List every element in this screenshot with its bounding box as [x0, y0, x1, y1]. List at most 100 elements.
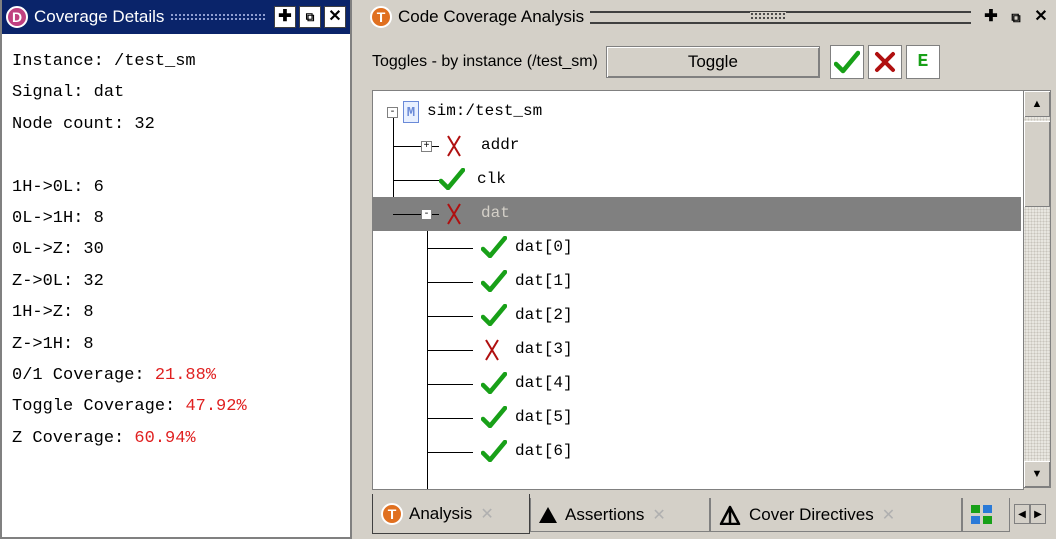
coverage-t-icon: T [381, 502, 403, 525]
tree-row[interactable]: dat[2] [373, 299, 1021, 333]
tab-scroll-left-icon[interactable]: ◀ [1014, 504, 1030, 524]
cover-directive-icon [719, 505, 741, 525]
undock-icon[interactable]: ⧉ [1005, 6, 1027, 28]
detail-label: Z Coverage: [12, 428, 135, 448]
check-icon [833, 50, 860, 74]
tab-analysis-label: Analysis [409, 503, 473, 523]
tree-row[interactable]: dat[5] [373, 401, 1021, 435]
scroll-thumb[interactable] [1024, 121, 1050, 207]
e-button-label: E [917, 52, 929, 72]
show-covered-button[interactable] [829, 45, 864, 79]
detail-percent-value: 60.94% [134, 428, 196, 448]
close-icon[interactable]: ✕ [882, 505, 895, 525]
assertion-triangle-icon [539, 506, 557, 523]
check-icon [480, 439, 508, 467]
detail-line: Instance: /test_sm [12, 46, 247, 77]
close-icon[interactable]: ✕ [652, 505, 665, 525]
toggle-button[interactable]: Toggle [605, 46, 820, 78]
detail-line: 1H->0L: 6 [12, 172, 247, 203]
tree-connector [427, 418, 473, 419]
detail-line: Z->0L: 32 [12, 266, 247, 297]
detail-label: 1H->Z: 8 [12, 303, 94, 323]
code-coverage-titlebar[interactable]: T Code Coverage Analysis ✚ ⧉ ✕ [366, 0, 1056, 34]
detail-line: 0L->Z: 30 [12, 234, 247, 265]
cross-icon [483, 338, 501, 367]
tab-scroll-right-icon[interactable]: ▶ [1030, 504, 1046, 524]
tree-connector [427, 248, 473, 249]
close-icon[interactable]: ✕ [324, 6, 346, 28]
tree-row[interactable]: dat[6] [373, 435, 1021, 469]
detail-percent-value: 47.92% [185, 397, 247, 417]
scroll-up-icon[interactable]: ▲ [1024, 91, 1050, 117]
tree-connector [393, 214, 439, 215]
tab-assertions-label: Assertions [565, 504, 645, 524]
detail-label: 0L->1H: 8 [12, 208, 104, 228]
detail-label: Node count: 32 [12, 114, 155, 134]
tree-vertical-scrollbar[interactable]: ▲ ▼ [1023, 90, 1051, 488]
tree-row[interactable]: dat[1] [373, 265, 1021, 299]
toolbar-label: Toggles - by instance (/test_sm) [372, 53, 598, 70]
collapse-icon[interactable]: - [387, 107, 398, 118]
check-icon [438, 167, 466, 195]
check-icon [480, 405, 508, 433]
dock-plus-icon[interactable]: ✚ [274, 6, 296, 28]
tree-row-label: dat[2] [515, 306, 573, 324]
coverage-details-titlebar[interactable]: D Coverage Details ✚ ⧉ ✕ [2, 0, 350, 34]
code-coverage-title: Code Coverage Analysis [398, 7, 585, 26]
check-icon [480, 303, 508, 331]
tree-connector [427, 384, 473, 385]
tree-connector [427, 282, 473, 283]
dock-plus-icon[interactable]: ✚ [980, 6, 1002, 28]
tree-row[interactable]: dat[0] [373, 231, 1021, 265]
tab-cover-directives[interactable]: Cover Directives ✕ [710, 498, 962, 532]
tree-row-label: dat[3] [515, 340, 573, 358]
detail-line: Node count: 32 [12, 109, 247, 140]
tree-row[interactable]: - Msim:/test_sm [373, 95, 1021, 129]
tab-analysis[interactable]: T Analysis ✕ [372, 494, 530, 534]
check-icon [480, 371, 508, 399]
tree-row[interactable]: dat[3] [373, 333, 1021, 367]
tree-row-label: dat[1] [515, 272, 573, 290]
tree-connector [393, 146, 439, 147]
tab-hierarchy[interactable] [962, 498, 1010, 532]
detail-line: 0/1 Coverage: 21.88% [12, 360, 247, 391]
cross-icon [874, 52, 895, 72]
expand-icon[interactable]: + [421, 141, 432, 152]
tree-connector [393, 180, 439, 181]
coverage-details-title: Coverage Details [34, 7, 165, 26]
detail-percent-value: 21.88% [154, 365, 217, 385]
module-icon: M [403, 101, 419, 123]
show-missed-button[interactable] [867, 45, 902, 79]
tree-row-label: dat [481, 204, 510, 222]
tab-cover-directives-label: Cover Directives [749, 504, 874, 524]
drag-grip[interactable] [170, 13, 265, 21]
coverage-toolbar: Toggles - by instance (/test_sm) Toggle … [366, 40, 1056, 84]
drag-grip[interactable] [590, 10, 971, 24]
tab-assertions[interactable]: Assertions ✕ [530, 498, 710, 532]
coverage-tree[interactable]: - Msim:/test_sm + addr clk - dat dat[0] dat[1] da… [372, 90, 1024, 490]
cross-icon [445, 134, 463, 163]
detail-line [12, 140, 247, 171]
tree-row[interactable]: - dat [373, 197, 1021, 231]
detail-label: 0L->Z: 30 [12, 240, 104, 260]
tree-row-label: sim:/test_sm [427, 102, 543, 120]
tree-connector [427, 316, 473, 317]
check-icon [480, 269, 508, 297]
tree-row-label: dat[5] [515, 408, 573, 426]
detail-line: Toggle Coverage: 47.92% [12, 391, 247, 422]
undock-icon[interactable]: ⧉ [299, 6, 321, 28]
close-icon[interactable]: ✕ [1030, 6, 1052, 28]
show-excluded-button[interactable]: E [905, 45, 940, 79]
detail-label: Z->1H: 8 [12, 334, 94, 354]
close-icon[interactable]: ✕ [480, 504, 493, 524]
cross-icon [445, 202, 463, 231]
detail-label: Instance: /test_sm [12, 52, 196, 71]
tree-row[interactable]: clk [373, 163, 1021, 197]
bottom-tab-bar: T Analysis ✕ Assertions ✕ Cover Directiv… [366, 494, 1056, 539]
detail-label: Z->0L: 32 [12, 271, 104, 291]
tree-row[interactable]: dat[4] [373, 367, 1021, 401]
collapse-icon[interactable]: - [421, 209, 432, 220]
scroll-down-icon[interactable]: ▼ [1024, 461, 1050, 487]
tree-row[interactable]: + addr [373, 129, 1021, 163]
coverage-details-panel: D Coverage Details ✚ ⧉ ✕ Instance: /test… [0, 0, 352, 539]
